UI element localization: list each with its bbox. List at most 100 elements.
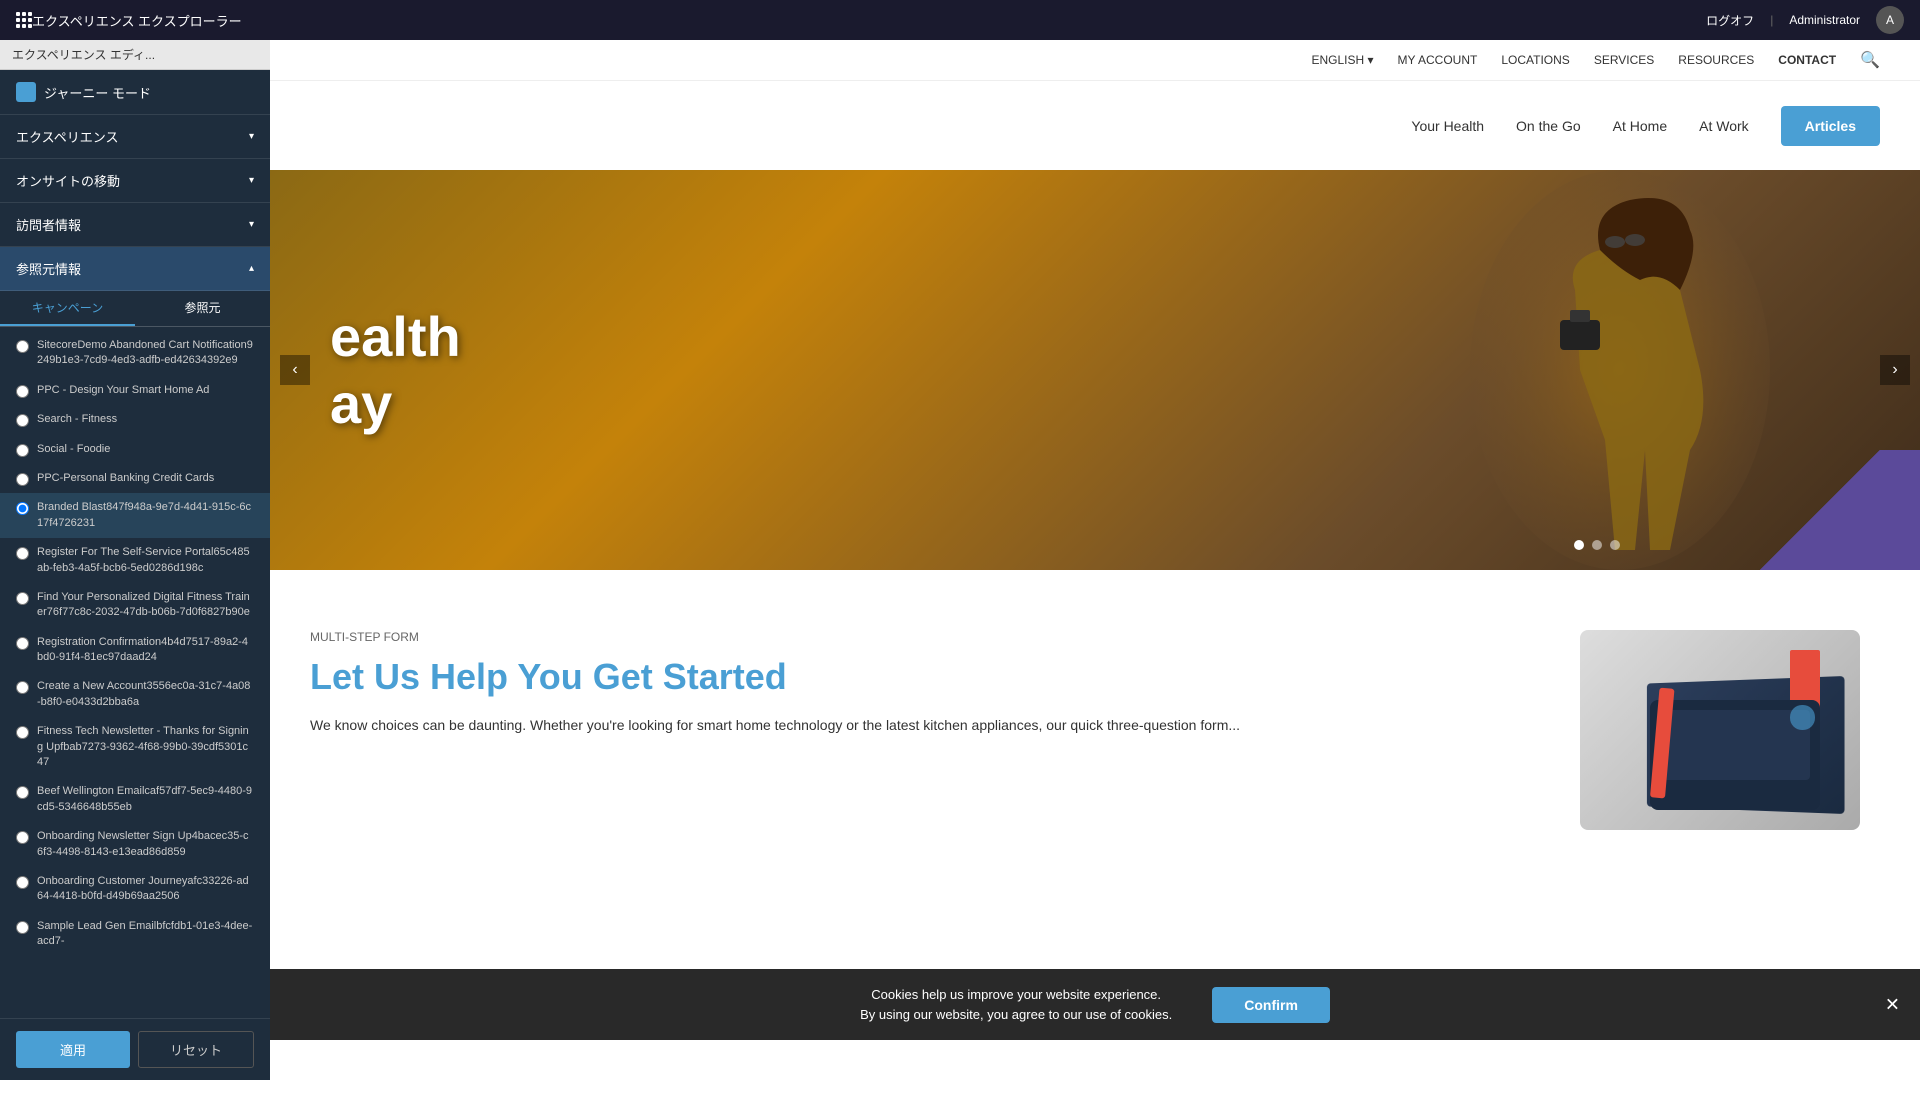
campaign-item[interactable]: Create a New Account3556ec0a-31c7-4a08-b… — [0, 672, 270, 717]
sidebar-section-experience[interactable]: エクスペリエンス ▾ — [0, 115, 270, 159]
nav-my-account[interactable]: MY ACCOUNT — [1398, 53, 1478, 67]
avatar: A — [1876, 6, 1904, 34]
website-nav: ENGLISH ▾ MY ACCOUNT LOCATIONS SERVICES … — [270, 40, 1920, 170]
campaign-item[interactable]: Register For The Self-Service Portal65c4… — [0, 538, 270, 583]
editor-bar[interactable]: エクスペリエンス エディ... — [0, 40, 270, 70]
campaign-radio[interactable] — [16, 726, 29, 739]
campaign-label: Find Your Personalized Digital Fitness T… — [37, 590, 254, 621]
campaign-radio[interactable] — [16, 385, 29, 398]
sidebar-section-referral[interactable]: 参照元情報 ▴ — [0, 247, 270, 291]
nav-resources[interactable]: RESOURCES — [1678, 53, 1754, 67]
sidebar-tabs: キャンペーン 参照元 — [0, 291, 270, 327]
product-image — [1580, 630, 1860, 830]
campaign-list[interactable]: SitecoreDemo Abandoned Cart Notification… — [0, 327, 270, 1018]
campaign-label: Beef Wellington Emailcaf57df7-5ec9-4480-… — [37, 784, 254, 815]
sidebar-buttons: 適用 リセット — [0, 1018, 270, 1080]
main-content: ENGLISH ▾ MY ACCOUNT LOCATIONS SERVICES … — [270, 40, 1920, 1080]
section-label: オンサイトの移動 — [16, 171, 120, 190]
search-icon[interactable]: 🔍 — [1860, 50, 1880, 70]
content-text: We know choices can be daunting. Whether… — [310, 714, 1540, 736]
cookie-confirm-button[interactable]: Confirm — [1212, 987, 1330, 1023]
campaign-radio[interactable] — [16, 473, 29, 486]
sidebar-section-visitor[interactable]: 訪問者情報 ▾ — [0, 203, 270, 247]
campaign-radio[interactable] — [16, 592, 29, 605]
campaign-radio[interactable] — [16, 681, 29, 694]
hero-dot-1[interactable] — [1574, 540, 1584, 550]
hero-next-button[interactable]: › — [1880, 355, 1910, 385]
hero-dot-3[interactable] — [1610, 540, 1620, 550]
app-title: エクスペリエンス エクスプローラー — [32, 11, 1706, 30]
campaign-item[interactable]: Onboarding Newsletter Sign Up4bacec35-c6… — [0, 822, 270, 867]
campaign-radio[interactable] — [16, 786, 29, 799]
content-label: Multi-Step Form — [310, 630, 1540, 644]
campaign-item[interactable]: Onboarding Customer Journeyafc33226-ad64… — [0, 867, 270, 912]
campaign-item[interactable]: SitecoreDemo Abandoned Cart Notification… — [0, 331, 270, 376]
campaign-label: Registration Confirmation4b4d7517-89a2-4… — [37, 635, 254, 666]
campaign-item[interactable]: Search - Fitness — [0, 405, 270, 434]
hero-background: ealth ay — [270, 170, 1920, 570]
top-bar: エクスペリエンス エクスプローラー ログオフ | Administrator A — [0, 0, 1920, 40]
campaign-radio[interactable] — [16, 921, 29, 934]
campaign-radio[interactable] — [16, 502, 29, 515]
campaign-radio[interactable] — [16, 831, 29, 844]
campaign-label: Sample Lead Gen Emailbfcfdb1-01e3-4dee-a… — [37, 919, 254, 950]
cookie-close-button[interactable]: ✕ — [1885, 994, 1900, 1015]
campaign-item[interactable]: Branded Blast847f948a-9e7d-4d41-915c-6c1… — [0, 493, 270, 538]
nav-articles-button[interactable]: Articles — [1781, 106, 1880, 146]
nav-at-home[interactable]: At Home — [1613, 118, 1667, 134]
grid-icon — [16, 12, 32, 28]
nav-english[interactable]: ENGLISH ▾ — [1312, 53, 1374, 67]
content-title: Let Us Help You Get Started — [310, 656, 1540, 698]
apply-button[interactable]: 適用 — [16, 1031, 130, 1068]
campaign-radio[interactable] — [16, 547, 29, 560]
campaign-item[interactable]: PPC - Design Your Smart Home Ad — [0, 376, 270, 405]
hero-text: ealth ay — [330, 303, 461, 437]
tab-referral[interactable]: 参照元 — [135, 291, 270, 326]
campaign-label: Create a New Account3556ec0a-31c7-4a08-b… — [37, 679, 254, 710]
campaign-radio[interactable] — [16, 876, 29, 889]
hero-purple-corner — [1720, 450, 1920, 570]
campaign-label: PPC - Design Your Smart Home Ad — [37, 383, 209, 398]
campaign-label: Fitness Tech Newsletter - Thanks for Sig… — [37, 724, 254, 770]
reset-button[interactable]: リセット — [138, 1031, 254, 1068]
content-right — [1580, 630, 1880, 830]
nav-your-health[interactable]: Your Health — [1411, 118, 1484, 134]
campaign-radio[interactable] — [16, 444, 29, 457]
campaign-label: Register For The Self-Service Portal65c4… — [37, 545, 254, 576]
journey-mode[interactable]: ジャーニー モード — [0, 70, 270, 115]
section-label: 参照元情報 — [16, 259, 81, 278]
nav-at-work[interactable]: At Work — [1699, 118, 1749, 134]
campaign-item[interactable]: PPC-Personal Banking Credit Cards — [0, 464, 270, 493]
campaign-radio[interactable] — [16, 637, 29, 650]
nav-links: Your Health On the Go At Home At Work Ar… — [1411, 106, 1880, 146]
nav-on-the-go[interactable]: On the Go — [1516, 118, 1581, 134]
campaign-label: Branded Blast847f948a-9e7d-4d41-915c-6c1… — [37, 500, 254, 531]
campaign-label: Search - Fitness — [37, 412, 117, 427]
campaign-item[interactable]: Sample Lead Gen Emailbfcfdb1-01e3-4dee-a… — [0, 912, 270, 957]
cookie-text: Cookies help us improve your website exp… — [860, 985, 1172, 1024]
campaign-radio[interactable] — [16, 340, 29, 353]
logout-link[interactable]: ログオフ — [1706, 12, 1754, 29]
campaign-item[interactable]: Beef Wellington Emailcaf57df7-5ec9-4480-… — [0, 777, 270, 822]
campaign-label: Social - Foodie — [37, 442, 110, 457]
hero-dot-2[interactable] — [1592, 540, 1602, 550]
chevron-down-icon: ▾ — [249, 219, 254, 230]
sidebar: エクスペリエンス エディ... ジャーニー モード エクスペリエンス ▾ オンサ… — [0, 40, 270, 1080]
hero-prev-button[interactable]: ‹ — [280, 355, 310, 385]
campaign-item[interactable]: Social - Foodie — [0, 435, 270, 464]
tab-campaign[interactable]: キャンペーン — [0, 291, 135, 326]
nav-contact[interactable]: CONTACT — [1778, 53, 1836, 67]
campaign-item[interactable]: Find Your Personalized Digital Fitness T… — [0, 583, 270, 628]
campaign-item[interactable]: Registration Confirmation4b4d7517-89a2-4… — [0, 628, 270, 673]
top-bar-right: ログオフ | Administrator A — [1706, 6, 1904, 34]
content-left: Multi-Step Form Let Us Help You Get Star… — [310, 630, 1540, 736]
nav-services[interactable]: SERVICES — [1594, 53, 1654, 67]
campaign-radio[interactable] — [16, 414, 29, 427]
campaign-label: Onboarding Customer Journeyafc33226-ad64… — [37, 874, 254, 905]
section-label: 訪問者情報 — [16, 215, 81, 234]
chevron-up-icon: ▴ — [249, 263, 254, 274]
nav-locations[interactable]: LOCATIONS — [1501, 53, 1569, 67]
sidebar-section-onsite[interactable]: オンサイトの移動 ▾ — [0, 159, 270, 203]
campaign-item[interactable]: Fitness Tech Newsletter - Thanks for Sig… — [0, 717, 270, 777]
separator: | — [1770, 13, 1773, 27]
